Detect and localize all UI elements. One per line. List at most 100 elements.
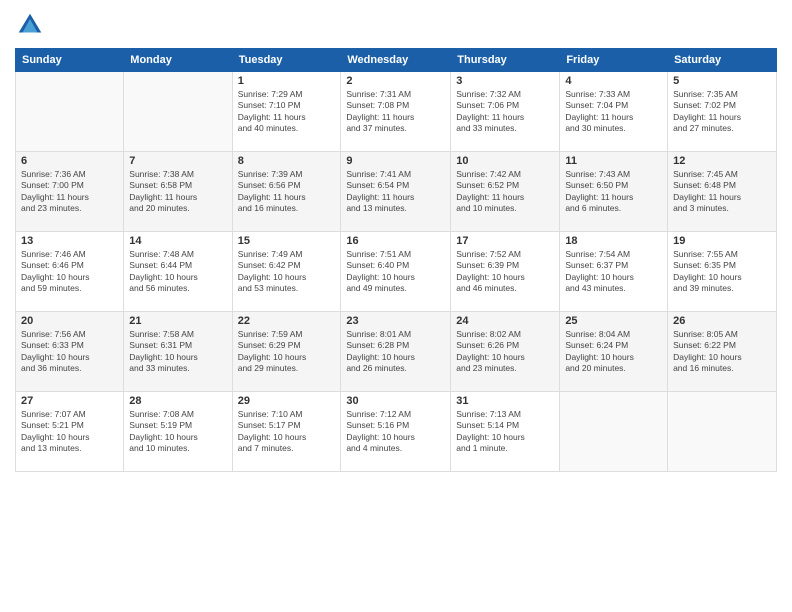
calendar-cell: 23 Sunrise: 8:01 AMSunset: 6:28 PMDayligh…	[341, 312, 451, 392]
day-number: 12	[673, 155, 771, 167]
header-row: SundayMondayTuesdayWednesdayThursdayFrid…	[16, 49, 777, 72]
day-number: 26	[673, 315, 771, 327]
calendar-cell: 22 Sunrise: 7:59 AMSunset: 6:29 PMDayligh…	[232, 312, 341, 392]
day-info: Sunrise: 7:39 AMSunset: 6:56 PMDaylight:…	[238, 169, 336, 215]
day-info: Sunrise: 7:45 AMSunset: 6:48 PMDaylight:…	[673, 169, 771, 215]
day-info: Sunrise: 7:56 AMSunset: 6:33 PMDaylight:…	[21, 329, 118, 375]
day-info: Sunrise: 7:07 AMSunset: 5:21 PMDaylight:…	[21, 409, 118, 455]
day-info: Sunrise: 8:01 AMSunset: 6:28 PMDaylight:…	[346, 329, 445, 375]
day-info: Sunrise: 7:58 AMSunset: 6:31 PMDaylight:…	[129, 329, 226, 375]
calendar-cell: 1 Sunrise: 7:29 AMSunset: 7:10 PMDaylight…	[232, 72, 341, 152]
day-number: 30	[346, 395, 445, 407]
calendar-cell: 14 Sunrise: 7:48 AMSunset: 6:44 PMDayligh…	[124, 232, 232, 312]
day-number: 11	[565, 155, 662, 167]
calendar-cell: 6 Sunrise: 7:36 AMSunset: 7:00 PMDaylight…	[16, 152, 124, 232]
day-number: 13	[21, 235, 118, 247]
day-info: Sunrise: 7:54 AMSunset: 6:37 PMDaylight:…	[565, 249, 662, 295]
day-number: 28	[129, 395, 226, 407]
calendar-cell: 8 Sunrise: 7:39 AMSunset: 6:56 PMDaylight…	[232, 152, 341, 232]
calendar-cell: 9 Sunrise: 7:41 AMSunset: 6:54 PMDaylight…	[341, 152, 451, 232]
logo-icon	[15, 10, 45, 40]
day-number: 31	[456, 395, 554, 407]
day-number: 20	[21, 315, 118, 327]
day-number: 8	[238, 155, 336, 167]
day-number: 25	[565, 315, 662, 327]
header	[15, 10, 777, 40]
day-number: 9	[346, 155, 445, 167]
week-row-2: 6 Sunrise: 7:36 AMSunset: 7:00 PMDaylight…	[16, 152, 777, 232]
calendar-cell: 24Sunrise: 8:02 AMSunset: 6:26 PMDayligh…	[451, 312, 560, 392]
day-number: 18	[565, 235, 662, 247]
calendar-cell	[16, 72, 124, 152]
calendar-cell: 18 Sunrise: 7:54 AMSunset: 6:37 PMDayligh…	[560, 232, 668, 312]
day-info: Sunrise: 8:05 AMSunset: 6:22 PMDaylight:…	[673, 329, 771, 375]
calendar-cell: 5 Sunrise: 7:35 AMSunset: 7:02 PMDaylight…	[668, 72, 777, 152]
calendar-cell: 21 Sunrise: 7:58 AMSunset: 6:31 PMDayligh…	[124, 312, 232, 392]
day-info: Sunrise: 7:32 AMSunset: 7:06 PMDaylight:…	[456, 89, 554, 135]
day-number: 19	[673, 235, 771, 247]
col-header-monday: Monday	[124, 49, 232, 72]
logo	[15, 10, 49, 40]
day-number: 2	[346, 75, 445, 87]
col-header-tuesday: Tuesday	[232, 49, 341, 72]
calendar-cell: 26 Sunrise: 8:05 AMSunset: 6:22 PMDayligh…	[668, 312, 777, 392]
day-number: 16	[346, 235, 445, 247]
week-row-5: 27 Sunrise: 7:07 AMSunset: 5:21 PMDayligh…	[16, 392, 777, 472]
day-info: Sunrise: 7:43 AMSunset: 6:50 PMDaylight:…	[565, 169, 662, 215]
day-info: Sunrise: 7:08 AMSunset: 5:19 PMDaylight:…	[129, 409, 226, 455]
day-info: Sunrise: 7:31 AMSunset: 7:08 PMDaylight:…	[346, 89, 445, 135]
day-info: Sunrise: 7:13 AMSunset: 5:14 PMDaylight:…	[456, 409, 554, 455]
calendar-cell: 25 Sunrise: 8:04 AMSunset: 6:24 PMDayligh…	[560, 312, 668, 392]
day-number: 27	[21, 395, 118, 407]
calendar-cell: 20 Sunrise: 7:56 AMSunset: 6:33 PMDayligh…	[16, 312, 124, 392]
calendar-cell: 2 Sunrise: 7:31 AMSunset: 7:08 PMDaylight…	[341, 72, 451, 152]
day-info: Sunrise: 7:48 AMSunset: 6:44 PMDaylight:…	[129, 249, 226, 295]
calendar-table: SundayMondayTuesdayWednesdayThursdayFrid…	[15, 48, 777, 472]
day-info: Sunrise: 7:36 AMSunset: 7:00 PMDaylight:…	[21, 169, 118, 215]
calendar-cell: 10Sunrise: 7:42 AMSunset: 6:52 PMDayligh…	[451, 152, 560, 232]
week-row-3: 13 Sunrise: 7:46 AMSunset: 6:46 PMDayligh…	[16, 232, 777, 312]
day-number: 1	[238, 75, 336, 87]
day-info: Sunrise: 7:46 AMSunset: 6:46 PMDaylight:…	[21, 249, 118, 295]
day-info: Sunrise: 7:10 AMSunset: 5:17 PMDaylight:…	[238, 409, 336, 455]
day-number: 6	[21, 155, 118, 167]
calendar-cell: 17Sunrise: 7:52 AMSunset: 6:39 PMDayligh…	[451, 232, 560, 312]
day-number: 22	[238, 315, 336, 327]
calendar-cell: 28 Sunrise: 7:08 AMSunset: 5:19 PMDayligh…	[124, 392, 232, 472]
day-info: Sunrise: 7:33 AMSunset: 7:04 PMDaylight:…	[565, 89, 662, 135]
week-row-1: 1 Sunrise: 7:29 AMSunset: 7:10 PMDaylight…	[16, 72, 777, 152]
day-info: Sunrise: 7:59 AMSunset: 6:29 PMDaylight:…	[238, 329, 336, 375]
day-number: 21	[129, 315, 226, 327]
day-number: 29	[238, 395, 336, 407]
calendar-cell: 13 Sunrise: 7:46 AMSunset: 6:46 PMDayligh…	[16, 232, 124, 312]
calendar-cell: 3 Sunrise: 7:32 AMSunset: 7:06 PMDaylight…	[451, 72, 560, 152]
day-info: Sunrise: 7:51 AMSunset: 6:40 PMDaylight:…	[346, 249, 445, 295]
day-info: Sunrise: 7:35 AMSunset: 7:02 PMDaylight:…	[673, 89, 771, 135]
day-number: 17	[456, 235, 554, 247]
day-info: Sunrise: 7:29 AMSunset: 7:10 PMDaylight:…	[238, 89, 336, 135]
calendar-cell: 12 Sunrise: 7:45 AMSunset: 6:48 PMDayligh…	[668, 152, 777, 232]
day-number: 23	[346, 315, 445, 327]
day-number: 15	[238, 235, 336, 247]
day-number: 7	[129, 155, 226, 167]
day-number: 5	[673, 75, 771, 87]
col-header-friday: Friday	[560, 49, 668, 72]
day-number: 3	[456, 75, 554, 87]
calendar-cell: 29 Sunrise: 7:10 AMSunset: 5:17 PMDayligh…	[232, 392, 341, 472]
day-info: Sunrise: 8:04 AMSunset: 6:24 PMDaylight:…	[565, 329, 662, 375]
calendar-cell: 4Sunrise: 7:33 AMSunset: 7:04 PMDaylight…	[560, 72, 668, 152]
day-info: Sunrise: 7:12 AMSunset: 5:16 PMDaylight:…	[346, 409, 445, 455]
day-number: 14	[129, 235, 226, 247]
page: SundayMondayTuesdayWednesdayThursdayFrid…	[0, 0, 792, 612]
col-header-wednesday: Wednesday	[341, 49, 451, 72]
day-info: Sunrise: 7:49 AMSunset: 6:42 PMDaylight:…	[238, 249, 336, 295]
day-info: Sunrise: 7:41 AMSunset: 6:54 PMDaylight:…	[346, 169, 445, 215]
day-info: Sunrise: 7:55 AMSunset: 6:35 PMDaylight:…	[673, 249, 771, 295]
col-header-saturday: Saturday	[668, 49, 777, 72]
col-header-thursday: Thursday	[451, 49, 560, 72]
calendar-cell: 30 Sunrise: 7:12 AMSunset: 5:16 PMDayligh…	[341, 392, 451, 472]
day-info: Sunrise: 8:02 AMSunset: 6:26 PMDaylight:…	[456, 329, 554, 375]
calendar-cell: 15 Sunrise: 7:49 AMSunset: 6:42 PMDayligh…	[232, 232, 341, 312]
calendar-cell: 27 Sunrise: 7:07 AMSunset: 5:21 PMDayligh…	[16, 392, 124, 472]
calendar-cell	[124, 72, 232, 152]
